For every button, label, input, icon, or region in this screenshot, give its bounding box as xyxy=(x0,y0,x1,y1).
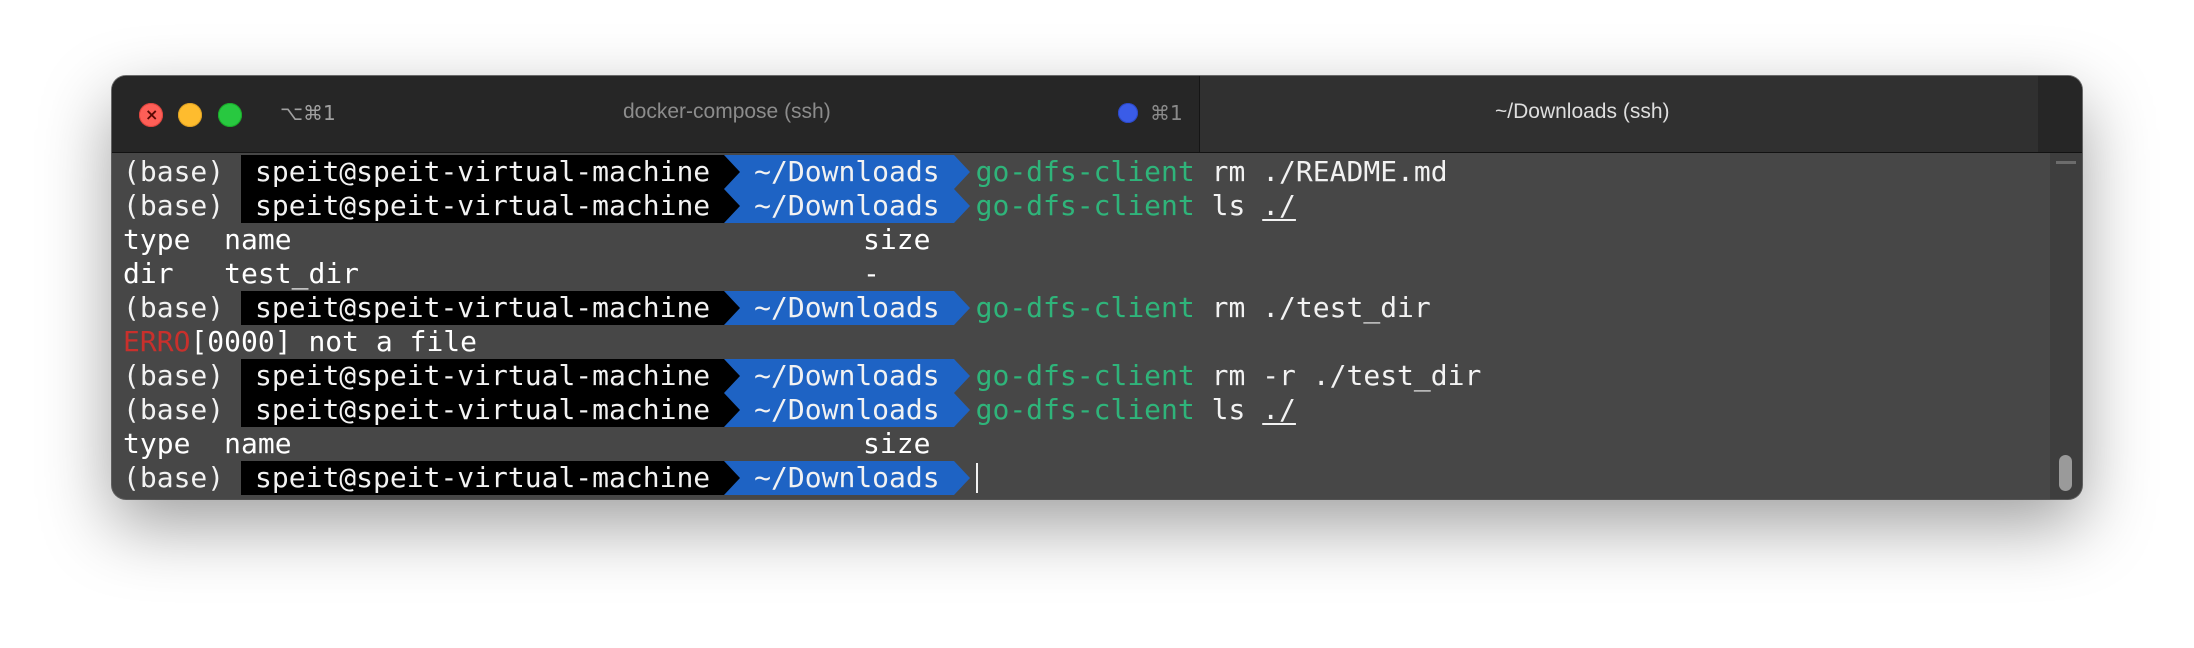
tab-docker-compose[interactable]: docker-compose (ssh) ⌘1 xyxy=(112,76,1199,152)
table-cell: name xyxy=(224,223,292,256)
prompt-dir: ~/Downloads xyxy=(724,461,971,495)
table-cell: size xyxy=(863,223,931,256)
path-link[interactable]: ./ xyxy=(1262,189,1296,222)
command-args: rm -r ./test_dir xyxy=(1194,359,1482,392)
table-cell: type xyxy=(123,427,191,460)
table-row: type name size xyxy=(123,223,1123,257)
prompt-host: speit@speit-virtual-machine xyxy=(241,461,725,495)
table-row: type name size xyxy=(123,427,1123,461)
tab-shortcut: ⌘1 xyxy=(1150,101,1183,125)
scrollbar-thumb[interactable] xyxy=(2059,455,2072,491)
prompt-line: (base) speit@speit-virtual-machine ~/Down… xyxy=(123,155,1448,189)
prompt-env: (base) xyxy=(123,291,225,324)
command-name: go-dfs-client xyxy=(975,393,1195,426)
command-name: go-dfs-client xyxy=(975,189,1195,222)
table-row: dir test_dir - xyxy=(123,257,1123,291)
table-cell: name xyxy=(224,427,292,460)
table-cell: - xyxy=(863,257,880,290)
prompt-dir: ~/Downloads xyxy=(724,359,971,393)
prompt-host: speit@speit-virtual-machine xyxy=(241,291,725,325)
prompt-line: (base) speit@speit-virtual-machine ~/Down… xyxy=(123,291,1431,325)
prompt-line: (base) speit@speit-virtual-machine ~/Down… xyxy=(123,359,1481,393)
command-name: go-dfs-client xyxy=(975,359,1195,392)
table-cell: type xyxy=(123,223,191,256)
error-line: ERRO[0000] not a file xyxy=(123,325,477,359)
title-bar: docker-compose (ssh) ⌘1 ~/Downloads (ssh… xyxy=(112,76,2082,153)
error-message: [0000] not a file xyxy=(190,325,478,358)
prompt-env: (base) xyxy=(123,189,225,222)
prompt-env: (base) xyxy=(123,393,225,426)
prompt-dir: ~/Downloads xyxy=(724,189,971,223)
prompt-env: (base) xyxy=(123,461,225,494)
tab-title: docker-compose (ssh) xyxy=(623,100,831,123)
terminal-window: docker-compose (ssh) ⌘1 ~/Downloads (ssh… xyxy=(112,76,2082,499)
close-button[interactable]: × xyxy=(139,103,163,127)
prompt-host: speit@speit-virtual-machine xyxy=(241,155,725,189)
command-args: ls xyxy=(1194,393,1263,426)
prompt-env: (base) xyxy=(123,359,225,392)
tab-bar-empty-area[interactable] xyxy=(2038,76,2082,152)
command-args: rm ./test_dir xyxy=(1194,291,1431,324)
tab-downloads[interactable]: ~/Downloads (ssh) ⌘2 xyxy=(1199,76,2039,152)
prompt-dir: ~/Downloads xyxy=(724,393,971,427)
error-level: ERRO xyxy=(123,325,191,358)
close-icon: × xyxy=(145,105,159,124)
table-cell: size xyxy=(863,427,931,460)
tab-title: ~/Downloads (ssh) xyxy=(1495,100,1670,123)
activity-indicator-icon xyxy=(1118,103,1138,123)
path-link[interactable]: ./ xyxy=(1262,393,1296,426)
zoom-button[interactable] xyxy=(218,103,242,127)
prompt-line: (base) speit@speit-virtual-machine ~/Down… xyxy=(123,393,1296,427)
prompt-dir: ~/Downloads xyxy=(724,155,971,189)
prompt-dir: ~/Downloads xyxy=(724,291,971,325)
scrollbar[interactable] xyxy=(2050,153,2082,499)
command-args: rm ./README.md xyxy=(1194,155,1448,188)
prompt-env: (base) xyxy=(123,155,225,188)
prompt-line: (base) speit@speit-virtual-machine ~/Down… xyxy=(123,461,978,495)
command-name: go-dfs-client xyxy=(975,291,1195,324)
prompt-host: speit@speit-virtual-machine xyxy=(241,393,725,427)
prompt-host: speit@speit-virtual-machine xyxy=(241,189,725,223)
text-cursor[interactable] xyxy=(975,463,978,493)
scroll-marker xyxy=(2056,161,2076,164)
window-shortcut: ⌥⌘1 xyxy=(280,101,336,125)
table-cell: dir xyxy=(123,257,174,290)
table-cell: test_dir xyxy=(224,257,360,290)
command-args: ls xyxy=(1194,189,1263,222)
terminal-output[interactable]: (base) speit@speit-virtual-machine ~/Down… xyxy=(112,153,2050,499)
prompt-line: (base) speit@speit-virtual-machine ~/Down… xyxy=(123,189,1296,223)
command-name: go-dfs-client xyxy=(975,155,1195,188)
prompt-host: speit@speit-virtual-machine xyxy=(241,359,725,393)
minimize-button[interactable] xyxy=(178,103,202,127)
